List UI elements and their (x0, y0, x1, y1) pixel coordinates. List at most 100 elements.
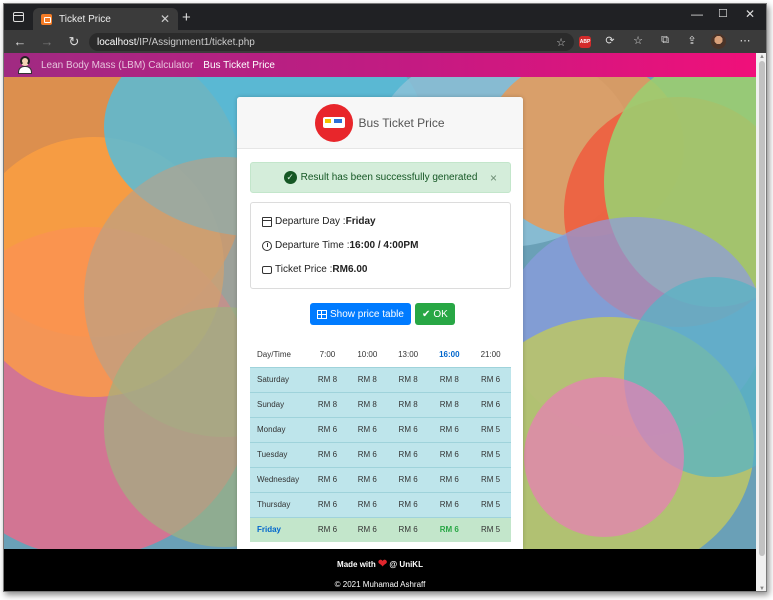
price-cell: RM 5 (481, 525, 501, 535)
price-cell: RM 5 (481, 500, 501, 509)
url-path: /IP/Assignment1/ticket.php (136, 36, 255, 48)
back-icon[interactable]: ← (8, 34, 32, 49)
scroll-down-icon[interactable]: ▼ (759, 586, 765, 591)
close-window-icon[interactable]: ✕ (745, 7, 755, 21)
nav-link-bus-ticket[interactable]: Bus Ticket Price (203, 60, 275, 71)
price-cell: RM 8 (357, 375, 377, 384)
ticket-card: Bus Ticket Price ✓ Result has been succe… (237, 97, 523, 549)
extension-icon[interactable]: ⟳ (602, 34, 618, 47)
price-cell: RM 6 (317, 425, 338, 434)
price-cell: RM 6 (357, 425, 377, 434)
table-row: Monday RM 6 RM 6 RM 6 RM 6 RM 5 (250, 417, 511, 442)
row-day: Monday (257, 425, 286, 434)
ticket-icon (262, 265, 272, 274)
departure-day-row: Departure Day : Friday (262, 216, 376, 227)
header-time: 13:00 (398, 349, 419, 359)
header-day-time: Day/Time (257, 349, 291, 359)
departure-time-label: Departure Time : (275, 240, 350, 251)
price-cell: RM 6 (357, 500, 377, 509)
more-menu-icon[interactable]: ⋯ (737, 34, 753, 47)
price-cell: RM 6 (439, 475, 459, 484)
price-cell: RM 6 (398, 450, 418, 459)
table-row: Wednesday RM 6 RM 6 RM 6 RM 6 RM 5 (250, 467, 511, 492)
price-cell: RM 6 (317, 450, 338, 459)
scrollbar-thumb[interactable] (759, 61, 765, 556)
favorites-icon[interactable]: ☆ (630, 34, 646, 47)
price-cell: RM 5 (481, 450, 501, 459)
price-cell: RM 6 (317, 475, 338, 484)
favicon-icon (41, 13, 52, 25)
price-cell: RM 8 (439, 375, 459, 384)
nav-link-lbm[interactable]: Lean Body Mass (LBM) Calculator (41, 60, 193, 71)
browser-tab[interactable]: Ticket Price ✕ (33, 8, 178, 30)
price-cell: RM 8 (398, 400, 418, 409)
footer-made-with: Made with ❤ @ UniKL (4, 557, 756, 570)
ticket-price-row: Ticket Price : RM6.00 (262, 264, 367, 275)
price-cell: RM 8 (439, 400, 459, 409)
price-cell: RM 6 (357, 525, 377, 535)
table-row: Friday RM 6 RM 6 RM 6 RM 6 RM 5 (250, 517, 511, 542)
row-day: Wednesday (257, 475, 300, 484)
footer-copyright: © 2021 Muhamad Ashraff (334, 580, 426, 589)
table-row: Thursday RM 6 RM 6 RM 6 RM 6 RM 5 (250, 492, 511, 517)
header-time: 10:00 (357, 349, 378, 359)
table-body: Saturday RM 8 RM 8 RM 8 RM 8 RM 6 Sunday RM 8 RM… (250, 367, 511, 542)
price-cell: RM 6 (317, 500, 338, 509)
success-alert: ✓ Result has been successfully generated… (250, 162, 511, 193)
price-cell: RM 6 (317, 525, 338, 535)
web-page: Lean Body Mass (LBM) Calculator Bus Tick… (4, 53, 756, 591)
url-field[interactable]: i localhost /IP/Assignment1/ticket.php ☆ (89, 33, 574, 148)
brand-person-icon[interactable] (17, 55, 33, 75)
clock-icon (262, 240, 272, 251)
price-cell: RM 6 (398, 425, 418, 434)
price-cell: RM 6 (439, 450, 459, 459)
show-price-table-button[interactable]: Show price table (310, 303, 411, 325)
check-icon: ✔ (421, 308, 431, 320)
window-menu-icon[interactable] (13, 12, 24, 22)
calendar-icon (262, 216, 272, 227)
share-icon[interactable]: ⇪ (684, 34, 700, 47)
tab-bar: Ticket Price ✕ + — ☐ ✕ (4, 4, 766, 30)
new-tab-icon[interactable]: + (182, 9, 191, 26)
page-scrollbar[interactable]: ▲ ▼ (756, 53, 766, 591)
table-header-row: Day/Time 7:00 10:00 13:00 16:00 21:00 (250, 342, 511, 367)
row-day: Sunday (257, 400, 285, 409)
adblock-icon[interactable]: ABP (579, 36, 591, 48)
ok-label: OK (433, 308, 448, 320)
price-cell: RM 6 (439, 500, 459, 509)
departure-day-label: Departure Day : (275, 216, 346, 227)
favorite-star-icon[interactable]: ☆ (556, 36, 566, 49)
alert-message: Result has been successfully generated (300, 172, 478, 183)
alert-close-button[interactable]: × (490, 171, 497, 185)
refresh-icon[interactable]: ↻ (62, 34, 86, 50)
close-tab-icon[interactable]: ✕ (160, 12, 170, 26)
table-row: Tuesday RM 6 RM 6 RM 6 RM 6 RM 5 (250, 442, 511, 467)
address-bar: ← → ↻ i localhost /IP/Assignment1/ticket… (4, 30, 766, 148)
header-time: 7:00 (319, 349, 336, 359)
browser-window: Ticket Price ✕ + — ☐ ✕ ← → ↻ i localhost… (3, 3, 767, 592)
ok-button[interactable]: ✔ OK (414, 303, 455, 325)
price-cell: RM 8 (317, 400, 338, 409)
scroll-up-icon[interactable]: ▲ (759, 54, 765, 60)
url-host: localhost (97, 36, 137, 48)
maximize-icon[interactable]: ☐ (718, 7, 728, 20)
action-buttons: Show price table ✔ OK (310, 303, 455, 325)
profile-avatar[interactable] (711, 34, 726, 49)
tab-title: Ticket Price (59, 13, 111, 25)
site-navbar: Lean Body Mass (LBM) Calculator Bus Tick… (4, 53, 756, 77)
ticket-price-label: Ticket Price : (275, 264, 333, 275)
collections-icon[interactable]: ⧉ (657, 34, 673, 47)
minimize-icon[interactable]: — (691, 7, 703, 21)
departure-day-value: Friday (345, 216, 376, 227)
unikl-text: @ UniKL (389, 560, 423, 569)
price-cell: RM 8 (357, 400, 377, 409)
price-cell: RM 5 (481, 425, 501, 434)
card-header: Bus Ticket Price (237, 97, 523, 149)
row-day: Friday (257, 525, 282, 535)
header-time: 21:00 (480, 349, 501, 359)
forward-icon[interactable]: → (35, 34, 59, 49)
price-cell: RM 6 (398, 475, 418, 484)
table-icon (317, 309, 327, 319)
price-cell: RM 6 (439, 425, 459, 434)
row-day: Tuesday (257, 450, 288, 459)
